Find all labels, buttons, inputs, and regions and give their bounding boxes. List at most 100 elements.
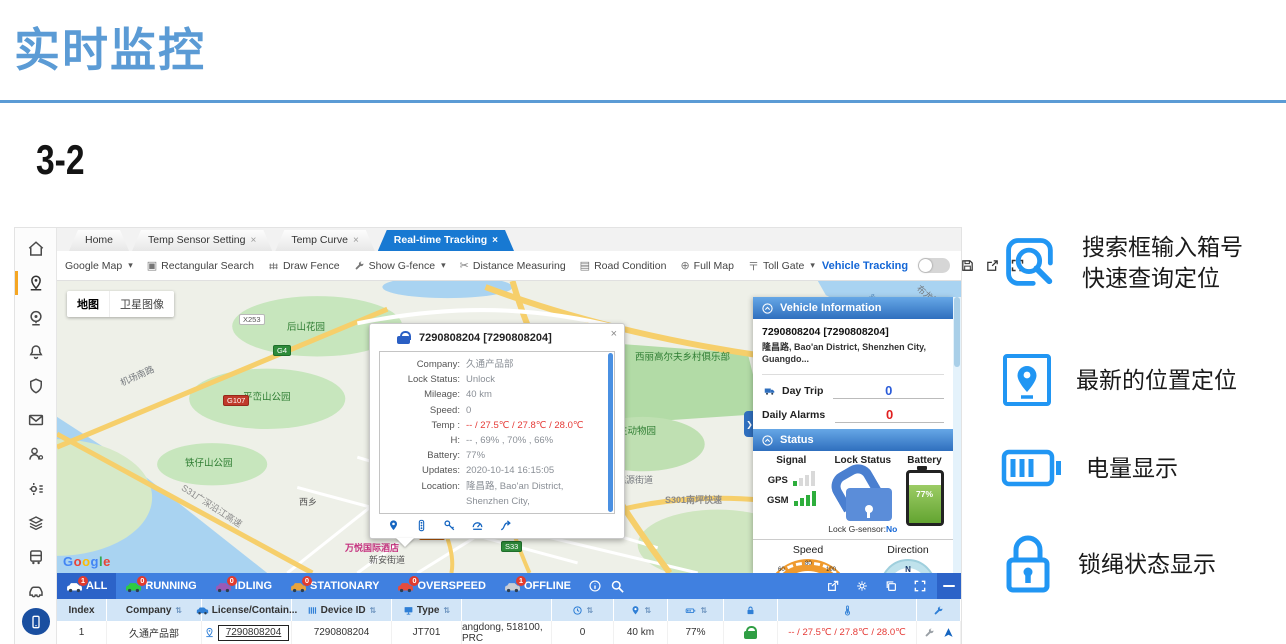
tab-close-icon[interactable] bbox=[492, 230, 498, 251]
filter-bar-tools bbox=[826, 579, 937, 593]
map-type-satellite-button[interactable]: 卫星图像 bbox=[109, 291, 174, 317]
mobile-app-icon bbox=[28, 614, 44, 630]
daily-alarms-value: 0 bbox=[835, 407, 944, 423]
col-type[interactable]: Type bbox=[392, 599, 462, 621]
tab-close-icon[interactable] bbox=[250, 230, 256, 251]
filter-stationary[interactable]: 0 STATIONARY bbox=[281, 573, 388, 599]
sidebar-item-car[interactable] bbox=[15, 574, 56, 608]
toolbar-right: Vehicle Tracking bbox=[822, 258, 1029, 273]
lock-status-cell: Lock Status Lock G-sensor:No bbox=[828, 455, 899, 534]
col-tools[interactable] bbox=[917, 599, 961, 621]
tab-realtime-tracking[interactable]: Real-time Tracking bbox=[378, 230, 514, 251]
page: 实时监控 3-2 Home Temp Sensor Setting Temp C… bbox=[0, 0, 1286, 644]
mobile-app-button[interactable] bbox=[22, 608, 50, 635]
sidebar-item-messages[interactable] bbox=[15, 403, 56, 437]
route-tracking-icon bbox=[27, 274, 45, 292]
day-trip-row: Day Trip 0 bbox=[762, 383, 944, 399]
clock-icon bbox=[572, 605, 583, 616]
col-location[interactable] bbox=[462, 599, 552, 621]
sidebar-item-bus[interactable] bbox=[15, 540, 56, 574]
sidebar-item-camera[interactable] bbox=[15, 300, 56, 334]
sidebar-item-alarm[interactable] bbox=[15, 335, 56, 369]
locate-icon[interactable] bbox=[387, 519, 400, 532]
expand-icon[interactable] bbox=[913, 579, 927, 593]
table-row[interactable]: 1 久通产品部 7290808204 7290808204 JT701 angd… bbox=[57, 621, 961, 644]
popup-title: 7290808204 [7290808204] bbox=[419, 332, 552, 344]
col-index[interactable]: Index bbox=[57, 599, 107, 621]
export-icon[interactable] bbox=[826, 579, 840, 593]
sidebar-item-security[interactable] bbox=[15, 369, 56, 403]
tab-temp-sensor-setting[interactable]: Temp Sensor Setting bbox=[132, 230, 272, 251]
external-link-icon[interactable] bbox=[985, 258, 1000, 273]
map-type-map-button[interactable]: 地图 bbox=[67, 291, 109, 317]
distance-measuring-button[interactable]: ✂Distance Measuring bbox=[460, 259, 566, 272]
filter-idling[interactable]: 0 IDLING bbox=[206, 573, 281, 599]
fleet-filter-bar: 1 ALL 0 RUNNING 0 IDLING 0 STATIONARY 0 bbox=[57, 573, 961, 599]
map-provider-select[interactable]: Google Map bbox=[65, 260, 133, 272]
info-icon[interactable] bbox=[588, 579, 602, 593]
search-icon[interactable] bbox=[610, 579, 625, 594]
history-gauge-icon[interactable] bbox=[471, 519, 484, 532]
tab-temp-curve[interactable]: Temp Curve bbox=[275, 230, 374, 251]
map-label: 西丽高尔夫乡村俱乐部 bbox=[635, 349, 730, 363]
vehicle-tracking-label: Vehicle Tracking bbox=[822, 260, 908, 272]
license-link[interactable]: 7290808204 bbox=[218, 625, 290, 641]
close-icon[interactable]: × bbox=[611, 328, 617, 340]
show-gfence-button[interactable]: Show G-fence bbox=[354, 260, 446, 272]
panel-header[interactable]: Vehicle Information bbox=[753, 297, 953, 319]
sidebar-item-users[interactable] bbox=[15, 437, 56, 471]
save-icon[interactable] bbox=[960, 258, 975, 273]
col-mileage[interactable] bbox=[614, 599, 668, 621]
popup-scrollbar[interactable] bbox=[608, 353, 613, 512]
col-company[interactable]: Company bbox=[107, 599, 202, 621]
sidebar-item-tasks[interactable] bbox=[15, 472, 56, 506]
filter-running[interactable]: 0 RUNNING bbox=[116, 573, 205, 599]
copy-icon[interactable] bbox=[884, 579, 898, 593]
traffic-light-icon[interactable] bbox=[415, 519, 428, 532]
wrench-icon bbox=[354, 260, 365, 271]
col-temperature[interactable] bbox=[778, 599, 917, 621]
car-icon bbox=[27, 582, 45, 600]
col-license[interactable]: License/Contain... bbox=[202, 599, 292, 621]
map-label: 平峦山公园 bbox=[243, 389, 291, 403]
navigate-icon[interactable] bbox=[943, 627, 954, 638]
daily-alarms-row: Daily Alarms 0 bbox=[762, 407, 944, 423]
vehicle-tracking-toggle[interactable] bbox=[918, 258, 950, 273]
app-main: Home Temp Sensor Setting Temp Curve Real… bbox=[57, 228, 961, 644]
col-battery[interactable] bbox=[668, 599, 724, 621]
map-canvas[interactable]: 地图 卫星图像 X253 后山花园 G4 机场南路 平峦山公园 G107 铁仔山… bbox=[57, 281, 961, 573]
road-shield: G107 bbox=[223, 395, 249, 406]
col-device-id[interactable]: Device ID bbox=[292, 599, 392, 621]
road-condition-button[interactable]: ▤Road Condition bbox=[580, 259, 667, 272]
toll-gate-button[interactable]: 〒Toll Gate bbox=[748, 258, 815, 274]
map-label: S301南坪快速 bbox=[665, 493, 722, 506]
minimize-button[interactable] bbox=[937, 573, 961, 599]
sidebar-item-tracking[interactable] bbox=[15, 266, 56, 300]
filter-overspeed[interactable]: 0 OVERSPEED bbox=[388, 573, 494, 599]
map-label: 后山花园 bbox=[287, 319, 325, 333]
status-header[interactable]: Status bbox=[753, 429, 953, 451]
sidebar-item-home[interactable] bbox=[15, 232, 56, 266]
filter-offline[interactable]: 1 OFFLINE bbox=[495, 573, 580, 599]
wrench-icon[interactable] bbox=[924, 627, 935, 638]
feature-location: 最新的位置定位 bbox=[1000, 352, 1237, 408]
panel-scrollbar[interactable] bbox=[953, 297, 961, 573]
battery-gauge: 77% bbox=[906, 470, 944, 526]
feature-search: 搜索框输入箱号快速查询定位 bbox=[1000, 232, 1243, 294]
camera-icon bbox=[27, 309, 45, 327]
layers-icon bbox=[27, 514, 45, 532]
gear-icon[interactable] bbox=[855, 579, 869, 593]
feature-lock: 锁绳状态显示 bbox=[1000, 532, 1216, 596]
tab-home[interactable]: Home bbox=[69, 230, 129, 251]
filter-all[interactable]: 1 ALL bbox=[57, 573, 116, 599]
tab-close-icon[interactable] bbox=[353, 230, 359, 251]
draw-fence-button[interactable]: Draw Fence bbox=[268, 260, 340, 272]
route-icon[interactable] bbox=[499, 519, 512, 532]
col-time[interactable] bbox=[552, 599, 614, 621]
temperature-values: -- / 27.5℃ / 27.8℃ / 28.0℃ bbox=[466, 418, 584, 433]
sidebar-item-layers[interactable] bbox=[15, 506, 56, 540]
key-icon[interactable] bbox=[443, 519, 456, 532]
rectangular-search-button[interactable]: ▣Rectangular Search bbox=[147, 259, 254, 272]
full-map-button[interactable]: ⊕Full Map bbox=[680, 259, 733, 272]
col-lock[interactable] bbox=[724, 599, 778, 621]
